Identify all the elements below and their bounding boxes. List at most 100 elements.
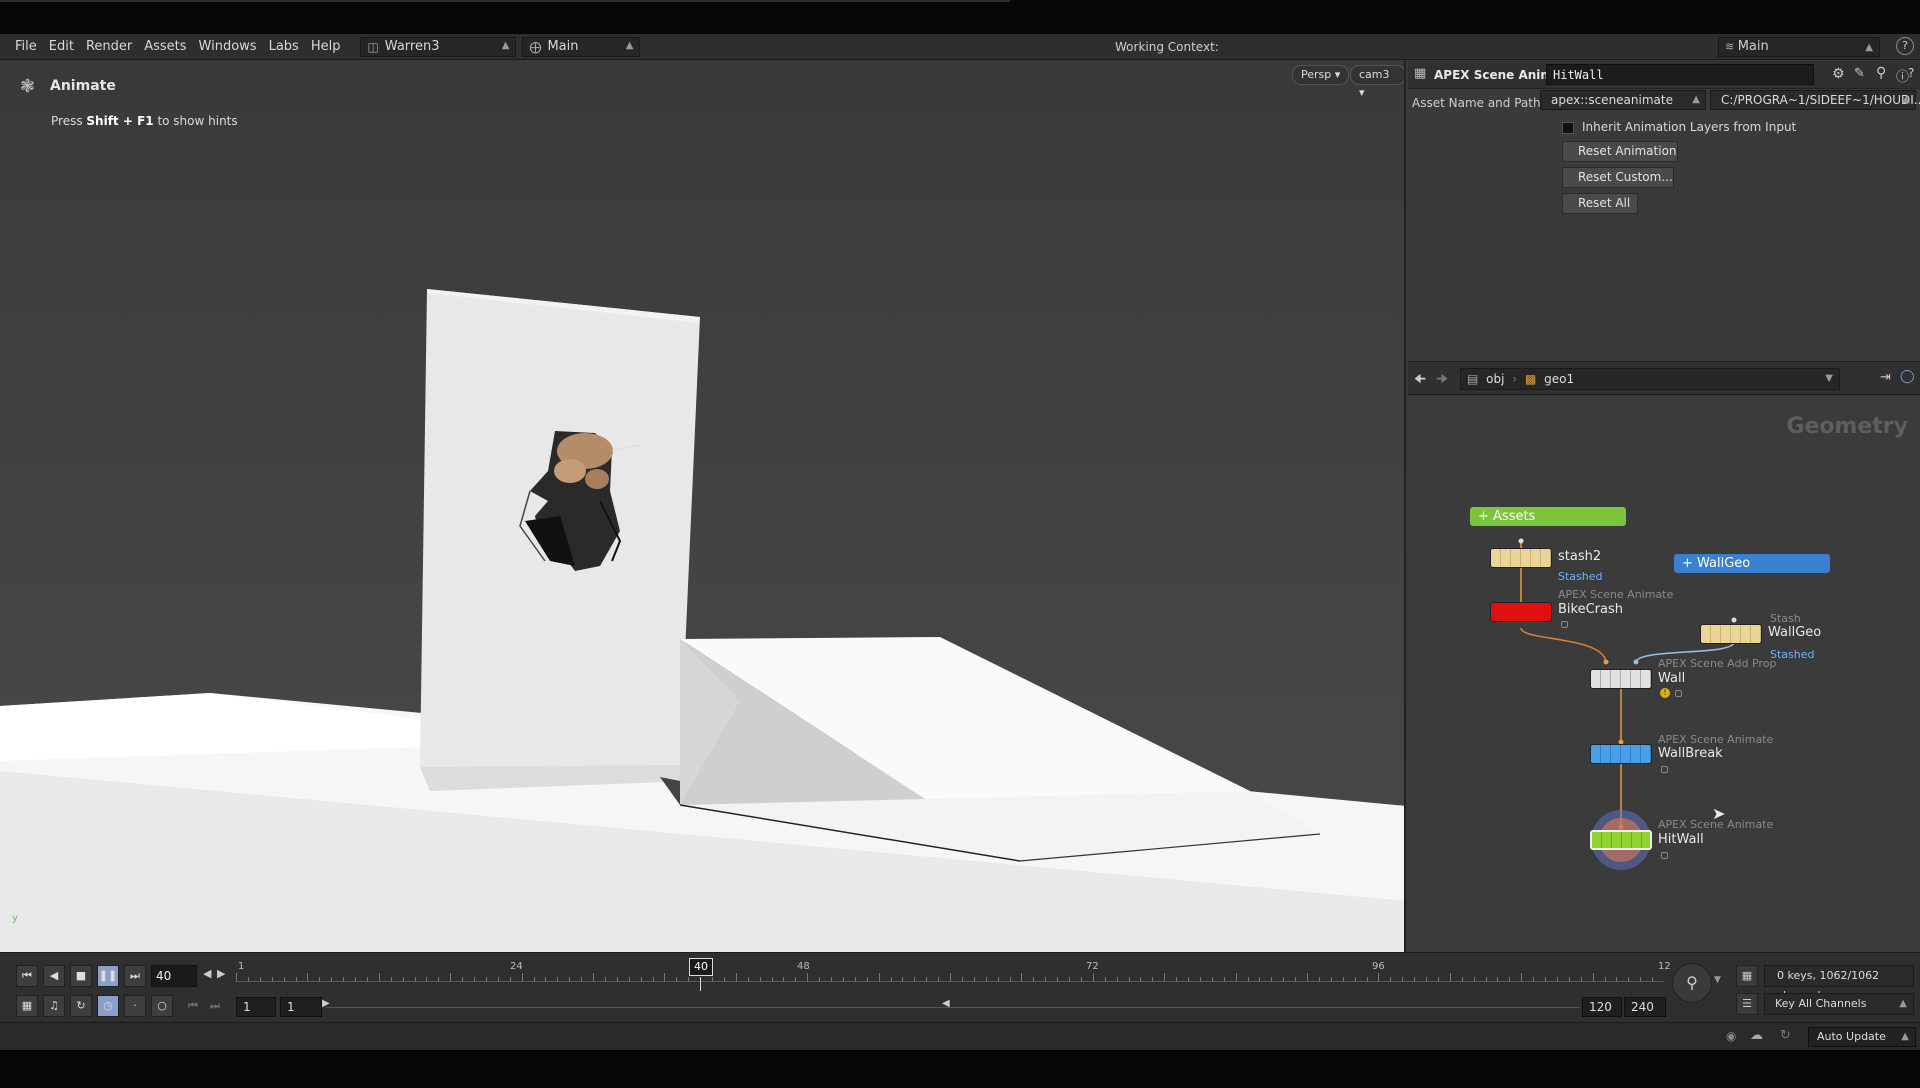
netbox-wallgeo[interactable]: + WallGeo [1674,554,1830,573]
network-editor[interactable]: Geometry + Assets + WallGeo stash2 Stash… [1408,396,1920,952]
menu-assets[interactable]: Assets [138,39,192,54]
persp-menu[interactable]: Persp ▾ [1292,65,1350,85]
channel-list-icon[interactable]: ☰ [1736,993,1758,1015]
clock-icon[interactable]: ◷ [97,995,119,1017]
frame-marker[interactable]: 40 [689,958,713,976]
menu-render[interactable]: Render [80,39,138,54]
desktop-selector[interactable]: ◫ Warren3 ▲ [360,36,517,57]
help-icon[interactable]: ? [1896,37,1914,55]
prev-key-icon[interactable]: ⏮ [188,999,198,1013]
breadcrumb-obj[interactable]: obj [1486,372,1504,386]
forward-arrow-icon[interactable]: 🠊 [1436,370,1448,392]
timeline-tick [426,977,428,982]
timeline-tick [1580,977,1582,982]
help-icon[interactable]: ? [1908,66,1914,80]
camera-menu[interactable]: cam3 ▾ [1350,65,1404,99]
node-stash2-flag: Stashed [1558,570,1603,583]
back-arrow-icon[interactable]: 🠈 [1414,370,1426,392]
node-stash2[interactable] [1490,548,1552,568]
range-start-field[interactable]: 1 [236,997,276,1017]
node-hitwall[interactable] [1590,830,1652,850]
netbox-assets[interactable]: + Assets [1470,507,1626,526]
pin-icon[interactable]: ⇥ [1880,370,1891,385]
timeline-tick [1342,977,1344,982]
loop-icon[interactable]: ↻ [70,995,92,1017]
keyframe-mode-icon[interactable]: ▦ [1736,965,1758,987]
range-end2-field[interactable]: 240 [1624,997,1666,1017]
context-selector[interactable]: ⨁ Main ▲ [522,36,641,57]
inherit-layers-checkbox[interactable] [1562,122,1574,134]
next-key-icon[interactable]: ⏭ [210,999,220,1013]
timeline-tick [1307,973,1308,982]
search-icon[interactable]: ⚲ [1876,65,1886,81]
menu-labs[interactable]: Labs [263,39,305,54]
menu-file[interactable]: File [9,39,43,54]
range-handle-icon[interactable]: ◀ [942,998,950,1009]
timeline-tick [1140,977,1142,982]
wrench-icon[interactable]: ✎ [1854,66,1865,81]
timeline-tick [902,977,904,982]
timeline-ruler[interactable]: 1 24 48 72 96 12 [236,961,1671,991]
jump-start-icon[interactable]: ⏮ [16,965,38,987]
reset-animation-button[interactable]: Reset Animation [1562,141,1678,162]
timeline-tick [950,973,951,982]
key-icon[interactable]: ⚲ [1672,963,1712,1003]
node-wall[interactable] [1590,669,1652,689]
timeline-tick [1247,977,1249,982]
chat-icon[interactable]: ☁ [1750,1028,1763,1043]
key-nav-icon[interactable]: ○ [151,995,173,1017]
timeline-tick [961,977,963,982]
reset-all-button[interactable]: Reset All [1562,193,1638,214]
range-slider[interactable] [326,1007,1580,1008]
node-wallgeo[interactable] [1700,624,1762,644]
gear-icon[interactable]: ⚙ [1832,66,1845,82]
stop-icon[interactable]: ■ [70,965,92,987]
ruler-icon[interactable]: ‧ [124,995,146,1017]
main-selector[interactable]: ≋ Main ▲ [1718,37,1880,57]
timeline-tick [1604,977,1606,982]
step-forward-icon[interactable]: ▶ [217,967,225,980]
timeline-tick [1497,977,1499,982]
asset-name-field[interactable]: apex::sceneanimate ▲ [1540,90,1706,110]
timeline-tick [1259,977,1261,982]
axis-y-label: y [12,913,18,924]
timeline-tick [712,977,713,982]
link-icon[interactable]: ◯ [1900,369,1915,384]
auto-update-selector[interactable]: Auto Update ▲ [1808,1027,1916,1047]
scene-viewport[interactable]: ❃ Animate Persp ▾ cam3 ▾ Press Shift + F… [0,61,1406,952]
jump-end-icon[interactable]: ⏭ [124,965,146,987]
timeline-tick [1640,977,1642,982]
timeline-tick [1473,977,1475,982]
timeline-tick [1616,977,1618,982]
dropdown-icon[interactable]: ▼ [1825,369,1833,389]
node-wallbreak[interactable] [1590,744,1652,764]
network-status-icon[interactable]: ◉ [1726,1029,1736,1043]
current-frame-field[interactable]: 40 [151,965,197,987]
menu-edit[interactable]: Edit [43,39,80,54]
node-name-field[interactable]: HitWall [1546,64,1814,85]
timeline-tick [497,977,499,982]
dropdown-icon[interactable]: ▼ [1714,975,1721,985]
play-reverse-icon[interactable]: ◀ [43,965,65,987]
key-mode-selector[interactable]: Key All Channels ▲ [1764,993,1914,1015]
menu-windows[interactable]: Windows [193,39,263,54]
reset-custom-button[interactable]: Reset Custom... [1562,167,1674,188]
range-end-field[interactable]: 120 [1582,997,1622,1017]
timeline-tick [878,973,880,982]
keys-info: 0 keys, 1062/1062 channels [1764,965,1914,1002]
refresh-icon[interactable]: ↻ [1780,1028,1791,1043]
breadcrumb-geo1[interactable]: geo1 [1544,372,1574,386]
timeline-tick [1449,973,1451,982]
pause-icon[interactable]: ❚❚ [97,965,119,987]
realtime-toggle-icon[interactable]: ▦ [16,995,38,1017]
asset-path-field[interactable]: C:/PROGRA~1/SIDEEF~1/HOUDI... ▲ [1710,90,1920,110]
range-handle-icon[interactable]: ▶ [322,998,330,1009]
step-back-icon[interactable]: ◀ [203,967,211,980]
timeline-tick [1223,977,1225,982]
timeline-tick [1235,973,1237,982]
menu-help[interactable]: Help [305,39,347,54]
audio-icon[interactable]: ♫ [43,995,65,1017]
range-start2-field[interactable]: 1 [280,997,322,1017]
node-bikecrash[interactable] [1490,602,1552,622]
timeline-tick [890,977,892,982]
